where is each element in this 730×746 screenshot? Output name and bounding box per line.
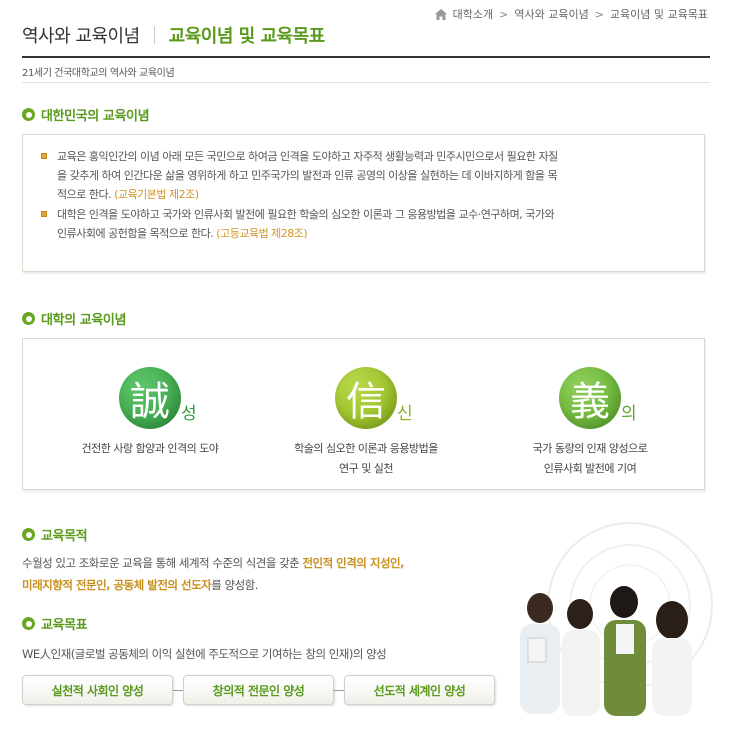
section-heading-university: 대학의 교육이념 (22, 309, 126, 328)
section-heading-label: 대한민국의 교육이념 (41, 109, 150, 124)
purpose-emphasis: 전인적 인격의 지성인, (302, 556, 405, 570)
title-divider (153, 26, 155, 44)
students-photo (520, 586, 692, 716)
header-rule (22, 56, 710, 58)
korea-ideology-box: 교육은 홍익인간의 이념 아래 모든 국민으로 하여금 인격을 도야하고 자주적… (22, 134, 705, 272)
trust-hanja-icon: 信 (335, 367, 397, 429)
purpose-emphasis: 미래지향적 전문인, 공동체 발전의 선도자 (22, 578, 212, 592)
value-desc-line: 국가 동량의 인재 양성으로 (532, 442, 648, 455)
goal-practical-citizen-button[interactable]: 실천적 사회인 양성 (22, 675, 173, 705)
value-description: 건전한 사랑 함양과 인격의 도야 (65, 439, 235, 459)
sincerity-hanja-icon: 誠 (119, 367, 181, 429)
law-reference: (고등교육법 제28조) (216, 227, 308, 240)
breadcrumb-separator: > (499, 7, 509, 21)
circle-bullet-icon (22, 528, 35, 541)
righteousness-hangul: 의 (621, 404, 637, 424)
paragraph-line: 적으로 한다. (57, 188, 112, 201)
ideology-paragraph: 대학은 인격을 도야하고 국가와 인류사회 발전에 필요한 학술의 심오한 이론… (37, 205, 690, 243)
trust-hangul: 신 (397, 404, 413, 424)
value-description: 국가 동량의 인재 양성으로 인류사회 발전에 기여 (505, 439, 675, 479)
section-heading-purpose: 교육목적 (22, 525, 88, 544)
value-desc-line: 건전한 사랑 함양과 인격의 도야 (81, 442, 219, 455)
value-righteousness: 義 의 국가 동량의 인재 양성으로 인류사회 발전에 기여 (505, 367, 675, 479)
paragraph-line: 대학은 인격을 도야하고 국가와 인류사회 발전에 필요한 학술의 심오한 이론… (57, 208, 555, 221)
section-heading-korea: 대한민국의 교육이념 (22, 105, 150, 124)
goal-connector (334, 689, 344, 691)
breadcrumb-item-history[interactable]: 역사와 교육이념 (514, 6, 588, 22)
page-title: 역사와 교육이념 (22, 26, 140, 47)
value-description: 학술의 심오한 이론과 응용방법을 연구 및 실천 (281, 439, 451, 479)
purpose-text: 수월성 있고 조화로운 교육을 통해 세계적 수준의 식견을 갖춘 전인적 인격… (22, 552, 502, 596)
goal-connector (173, 689, 183, 691)
circle-bullet-icon (22, 312, 35, 325)
value-desc-line: 연구 및 실천 (338, 462, 394, 475)
value-desc-line: 인류사회 발전에 기여 (543, 462, 637, 475)
breadcrumb-separator: > (594, 7, 604, 21)
page-description: 21세기 건국대학교의 역사와 교육이념 (22, 68, 175, 79)
sincerity-hangul: 성 (181, 404, 197, 424)
section-heading-label: 대학의 교육이념 (41, 313, 127, 328)
paragraph-line: 인류사회에 공헌함을 목적으로 한다. (57, 227, 214, 240)
circle-bullet-icon (22, 108, 35, 121)
section-heading-label: 교육목적 (41, 529, 88, 544)
purpose-text-after: 를 양성함. (211, 578, 258, 592)
goal-global-leader-button[interactable]: 선도적 세계인 양성 (344, 675, 495, 705)
page-subtitle: 교육이념 및 교육목표 (168, 26, 326, 47)
value-sincerity: 誠 성 건전한 사랑 함양과 인격의 도야 (65, 367, 235, 459)
paragraph-line: 을 갖추게 하여 인간다운 삶을 영위하게 하고 민주국가의 발전과 인류 공영… (57, 169, 558, 182)
ideology-paragraph: 교육은 홍익인간의 이념 아래 모든 국민으로 하여금 인격을 도야하고 자주적… (37, 147, 690, 204)
paragraph-line: 교육은 홍익인간의 이념 아래 모든 국민으로 하여금 인격을 도야하고 자주적… (57, 150, 558, 163)
purpose-text-before: 수월성 있고 조화로운 교육을 통해 세계적 수준의 식견을 갖춘 (22, 556, 303, 570)
square-bullet-icon (41, 211, 47, 217)
home-icon[interactable] (434, 8, 447, 20)
description-rule (22, 82, 710, 83)
value-trust: 信 신 학술의 심오한 이론과 응용방법을 연구 및 실천 (281, 367, 451, 479)
breadcrumb-item-current[interactable]: 교육이념 및 교육목표 (610, 6, 708, 22)
square-bullet-icon (41, 153, 47, 159)
goal-creative-professional-button[interactable]: 창의적 전문인 양성 (183, 675, 334, 705)
righteousness-hanja-icon: 義 (559, 367, 621, 429)
page-header: 역사와 교육이념 교육이념 및 교육목표 (22, 22, 325, 48)
breadcrumb-item-about[interactable]: 대학소개 (453, 6, 493, 22)
section-heading-label: 교육목표 (41, 618, 88, 633)
section-heading-goal: 교육목표 (22, 614, 88, 633)
value-desc-line: 학술의 심오한 이론과 응용방법을 (294, 442, 438, 455)
goal-buttons: 실천적 사회인 양성 창의적 전문인 양성 선도적 세계인 양성 (22, 675, 495, 705)
law-reference: (교육기본법 제2조) (114, 188, 199, 201)
university-ideology-box: 誠 성 건전한 사랑 함양과 인격의 도야 信 신 학술의 심오한 이론과 응용… (22, 338, 705, 490)
breadcrumb: 대학소개 > 역사와 교육이념 > 교육이념 및 교육목표 (434, 6, 708, 22)
circle-bullet-icon (22, 617, 35, 630)
goal-text: WE人인재(글로벌 공동체의 이익 실현에 주도적으로 기여하는 창의 인재)의… (22, 647, 387, 661)
